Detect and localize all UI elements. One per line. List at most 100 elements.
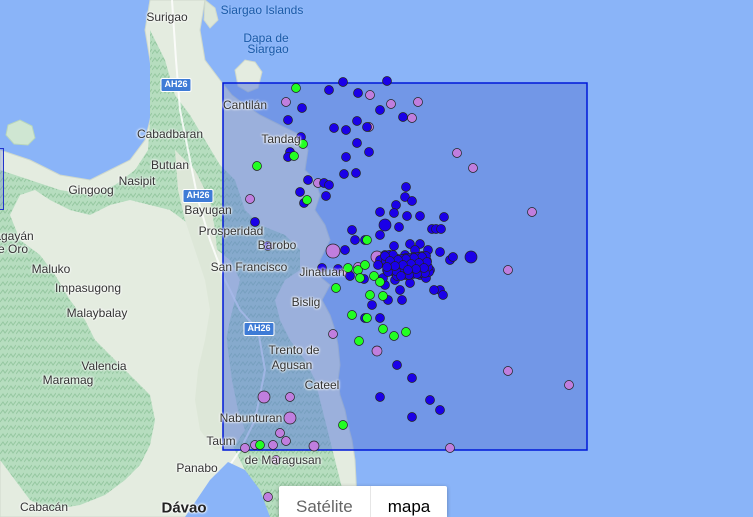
quake-marker-blue[interactable] [395,285,405,295]
quake-marker-blue[interactable] [303,175,313,185]
quake-marker-purple[interactable] [468,163,478,173]
quake-marker-blue[interactable] [419,263,429,273]
quake-marker-purple[interactable] [268,440,278,450]
quake-marker-purple[interactable] [503,366,513,376]
quake-marker-blue[interactable] [407,412,417,422]
quake-marker-blue[interactable] [375,105,385,115]
quake-marker-blue[interactable] [353,88,363,98]
quake-marker-purple[interactable] [407,113,417,123]
quake-marker-green[interactable] [389,331,399,341]
quake-marker-blue[interactable] [436,224,446,234]
quake-marker-blue[interactable] [329,123,339,133]
quake-marker-blue[interactable] [438,290,448,300]
quake-marker-blue[interactable] [351,168,361,178]
quake-marker-green[interactable] [375,277,385,287]
quake-marker-blue[interactable] [448,252,458,262]
quake-marker-green[interactable] [289,151,299,161]
quake-marker-blue[interactable] [375,207,385,217]
quake-marker-purple[interactable] [527,207,537,217]
quake-marker-blue[interactable] [362,122,372,132]
quake-marker-purple[interactable] [365,90,375,100]
quake-marker-blue[interactable] [345,271,355,281]
quake-marker-blue[interactable] [439,212,449,222]
quake-marker-green[interactable] [255,440,265,450]
quake-marker-green[interactable] [354,336,364,346]
quake-marker-blue[interactable] [405,278,415,288]
map-type-toggle[interactable]: Satélite mapa [279,486,448,517]
quake-marker-purple[interactable] [283,411,297,425]
quake-marker-purple[interactable] [240,443,250,453]
quake-marker-blue[interactable] [403,265,413,275]
quake-marker-blue[interactable] [464,250,478,264]
quake-marker-green[interactable] [365,290,375,300]
quake-marker-green[interactable] [362,235,372,245]
quake-marker-purple[interactable] [308,440,320,452]
quake-marker-blue[interactable] [375,392,385,402]
quake-marker-purple[interactable] [413,97,423,107]
quake-marker-blue[interactable] [347,225,357,235]
quake-marker-blue[interactable] [392,360,402,370]
quake-marker-purple[interactable] [452,148,462,158]
quake-marker-blue[interactable] [407,373,417,383]
quake-marker-blue[interactable] [407,196,417,206]
quake-marker-blue[interactable] [352,138,362,148]
quake-marker-blue[interactable] [321,191,331,201]
map-canvas[interactable]: Surigao Cantilán Tandag Cabadbaran Butuan Nas… [0,0,753,517]
quake-marker-blue[interactable] [378,218,392,232]
quake-marker-blue[interactable] [324,180,334,190]
quake-marker-purple[interactable] [281,436,291,446]
quake-marker-blue[interactable] [394,222,404,232]
quake-marker-blue[interactable] [398,112,408,122]
quake-marker-purple[interactable] [371,345,383,357]
quake-marker-blue[interactable] [382,262,392,272]
quake-marker-purple[interactable] [263,492,273,502]
quake-marker-blue[interactable] [435,405,445,415]
quake-marker-blue[interactable] [375,230,385,240]
quake-marker-purple[interactable] [503,265,513,275]
quake-marker-green[interactable] [401,327,411,337]
quake-marker-green[interactable] [291,83,301,93]
quake-marker-blue[interactable] [411,264,421,274]
quake-marker-green[interactable] [338,420,348,430]
quake-marker-blue[interactable] [389,208,399,218]
map-button[interactable]: mapa [371,486,448,517]
quake-marker-purple[interactable] [564,380,574,390]
quake-marker-blue[interactable] [375,313,385,323]
quake-marker-blue[interactable] [373,260,383,270]
quake-marker-purple[interactable] [386,99,396,109]
quake-marker-blue[interactable] [429,285,439,295]
quake-marker-purple[interactable] [445,443,455,453]
quake-marker-purple[interactable] [275,428,285,438]
quake-marker-blue[interactable] [339,169,349,179]
quake-marker-green[interactable] [378,291,388,301]
quake-marker-green[interactable] [302,195,312,205]
quake-marker-blue[interactable] [425,395,435,405]
quake-marker-blue[interactable] [350,235,360,245]
quake-marker-blue[interactable] [341,125,351,135]
quake-marker-purple[interactable] [281,97,291,107]
quake-marker-blue[interactable] [435,247,445,257]
quake-marker-blue[interactable] [367,300,377,310]
quake-marker-blue[interactable] [340,245,350,255]
quake-marker-purple[interactable] [285,392,295,402]
quake-marker-purple[interactable] [245,194,255,204]
quake-marker-blue[interactable] [391,200,401,210]
quake-marker-blue[interactable] [295,187,305,197]
quake-marker-green[interactable] [343,263,353,273]
quake-marker-purple[interactable] [257,390,271,404]
quake-marker-blue[interactable] [338,77,348,87]
quake-marker-blue[interactable] [390,261,400,271]
quake-marker-blue[interactable] [382,76,392,86]
quake-marker-green[interactable] [331,283,341,293]
quake-marker-green[interactable] [360,260,370,270]
quake-marker-blue[interactable] [401,182,411,192]
quake-marker-blue[interactable] [283,115,293,125]
quake-marker-green[interactable] [362,313,372,323]
quake-marker-blue[interactable] [324,85,334,95]
quake-marker-blue[interactable] [402,211,412,221]
satellite-button[interactable]: Satélite [279,486,371,517]
quake-marker-green[interactable] [252,161,262,171]
quake-marker-blue[interactable] [364,147,374,157]
quake-marker-blue[interactable] [415,211,425,221]
quake-marker-green[interactable] [378,324,388,334]
